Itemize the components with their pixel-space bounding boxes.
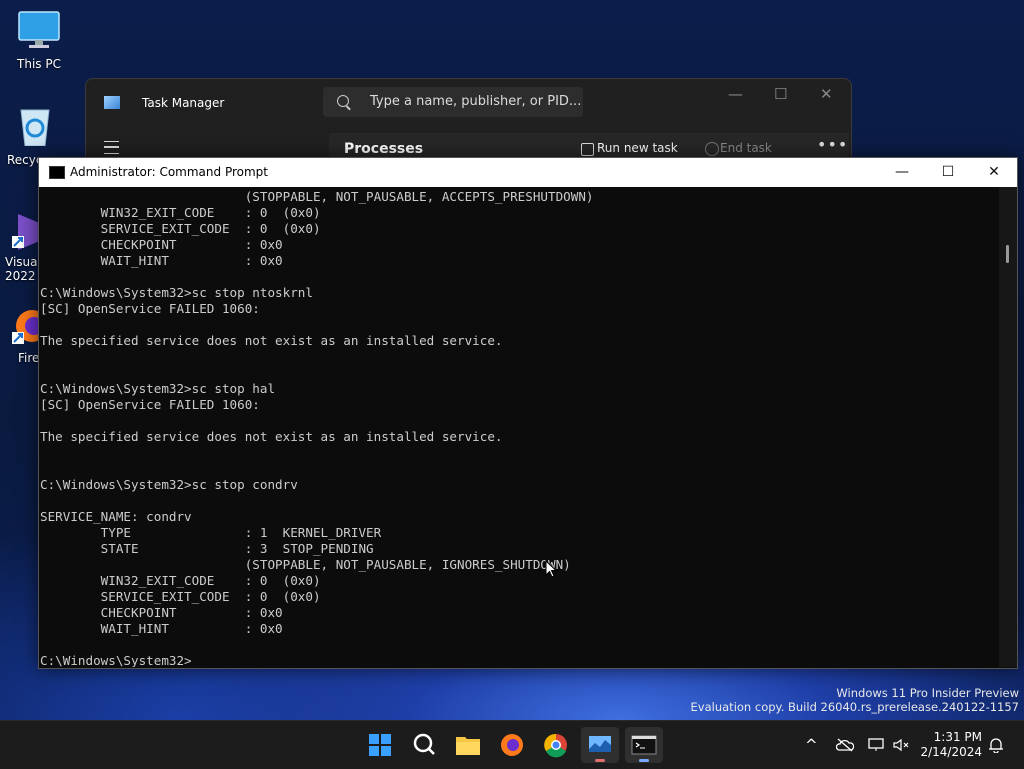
desktop-icon-label: Fire (18, 351, 40, 365)
clock-date: 2/14/2024 (920, 745, 982, 759)
processes-heading: Processes (344, 141, 424, 157)
watermark-build: Evaluation copy. Build 26040.rs_prerelea… (690, 700, 1019, 714)
watermark-edition: Windows 11 Pro Insider Preview (836, 686, 1019, 700)
running-indicator (639, 759, 649, 762)
run-new-task-icon (581, 143, 594, 156)
taskbar-chrome[interactable] (537, 727, 575, 763)
windows-watermark: Windows 11 Pro Insider Preview Evaluatio… (691, 686, 1019, 714)
terminal-scrollbar[interactable] (999, 187, 1017, 667)
terminal-text: (STOPPABLE, NOT_PAUSABLE, ACCEPTS_PRESHU… (40, 189, 594, 667)
end-task-button[interactable]: End task (720, 141, 772, 155)
cmd-titlebar[interactable]: Administrator: Command Prompt — ☐ ✕ (39, 158, 1017, 187)
command-prompt-window[interactable]: Administrator: Command Prompt — ☐ ✕ (STO… (38, 157, 1018, 669)
more-options-button[interactable]: ••• (817, 135, 848, 154)
desktop-icon-this-pc[interactable]: This PC (4, 10, 74, 71)
clock-time: 1:31 PM (933, 730, 982, 744)
taskbar-clock[interactable]: 1:31 PM 2/14/2024 (918, 730, 982, 760)
taskbar-firefox[interactable] (493, 727, 531, 763)
recycle-bin-icon (20, 109, 50, 147)
terminal-output[interactable]: (STOPPABLE, NOT_PAUSABLE, ACCEPTS_PRESHU… (39, 187, 999, 667)
desktop-icon-visual-studio[interactable]: Visual 2022 P (0, 210, 47, 283)
desktop-icon-label: This PC (17, 57, 61, 71)
notification-bell-icon[interactable] (988, 737, 1004, 753)
search-icon (413, 733, 435, 755)
running-indicator (595, 759, 605, 762)
task-manager-icon (589, 736, 611, 752)
cmd-close-button[interactable]: ✕ (971, 158, 1017, 187)
scrollbar-thumb[interactable] (1006, 245, 1009, 263)
file-explorer-icon (456, 737, 480, 755)
cmd-title: Administrator: Command Prompt (70, 165, 268, 179)
taskbar: ^ 1:31 PM 2/14/2024 (0, 720, 1024, 769)
task-manager-logo-icon (104, 96, 120, 109)
cmd-logo-icon (49, 166, 65, 179)
hamburger-menu-icon[interactable] (104, 141, 119, 154)
tm-maximize-button[interactable]: ☐ (774, 85, 787, 103)
desktop-icon-label: 2022 P (5, 269, 47, 283)
monitor-icon (18, 11, 60, 48)
firefox-icon (501, 734, 523, 756)
onedrive-offline-icon[interactable] (836, 738, 854, 752)
search-placeholder: Type a name, publisher, or PID... (370, 94, 582, 109)
taskbar-task-manager[interactable] (581, 727, 619, 763)
terminal-icon (631, 735, 657, 755)
desktop-icon-firefox[interactable]: Fire (0, 306, 48, 365)
tm-close-button[interactable]: ✕ (820, 85, 833, 103)
volume-muted-icon[interactable] (893, 738, 911, 752)
taskbar-file-explorer[interactable] (449, 727, 487, 763)
mouse-pointer-icon (545, 560, 557, 578)
tm-minimize-button[interactable]: — (728, 85, 743, 103)
search-icon (337, 95, 349, 107)
run-new-task-button[interactable]: Run new task (597, 141, 678, 155)
chrome-icon (544, 733, 567, 758)
network-icon[interactable] (868, 738, 886, 752)
desktop-icon-label: Visual (5, 255, 41, 269)
taskbar-terminal[interactable] (625, 727, 663, 763)
taskbar-start-button[interactable] (361, 727, 399, 763)
task-manager-title: Task Manager (142, 96, 225, 110)
cmd-minimize-button[interactable]: — (879, 158, 925, 187)
end-task-icon (705, 142, 719, 156)
start-icon (369, 734, 391, 756)
tray-overflow-chevron[interactable]: ^ (805, 736, 818, 754)
task-manager-search-input[interactable]: Type a name, publisher, or PID... (323, 87, 583, 117)
taskbar-search-button[interactable] (405, 727, 443, 763)
cmd-maximize-button[interactable]: ☐ (925, 158, 971, 187)
